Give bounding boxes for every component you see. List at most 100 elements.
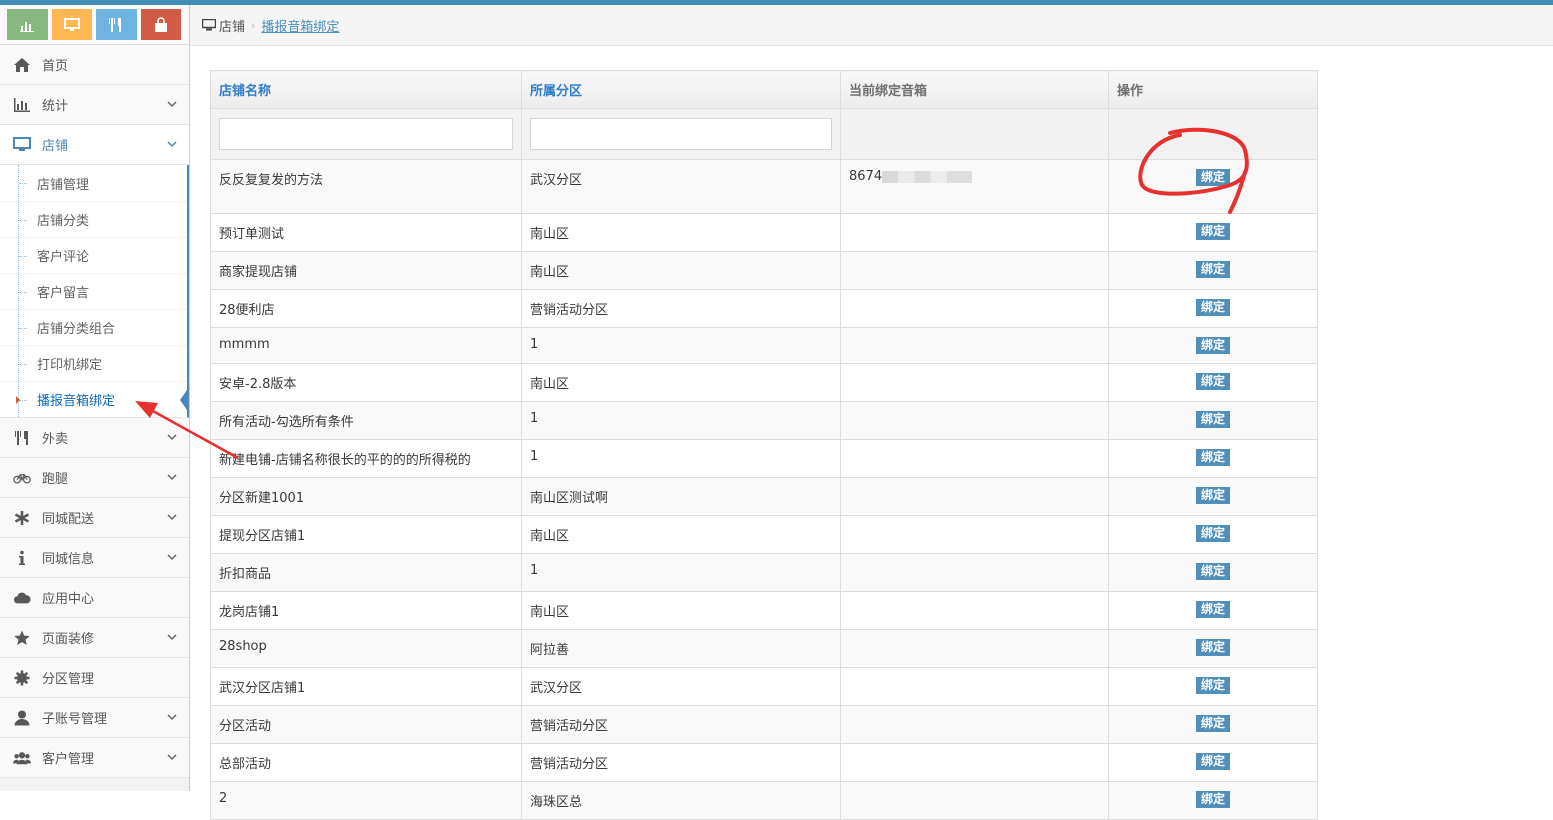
action-cell: 绑定 <box>1108 629 1318 668</box>
bind-button[interactable]: 绑定 <box>1195 791 1230 808</box>
shop-submenu: 店铺管理 店铺分类 客户评论 客户留言 店铺分类组合 打印机绑定 播报音箱绑定 <box>0 165 189 418</box>
gear-icon <box>12 669 32 687</box>
breadcrumb-current[interactable]: 播报音箱绑定 <box>261 16 339 35</box>
shortcut-stats-button[interactable] <box>7 9 48 40</box>
bind-button[interactable]: 绑定 <box>1195 563 1230 580</box>
bind-button[interactable]: 绑定 <box>1195 373 1230 390</box>
submenu-item-printer-binding[interactable]: 打印机绑定 <box>0 345 187 381</box>
shop-name-cell: mmmm <box>210 327 522 364</box>
user-icon <box>12 709 32 727</box>
speaker-cell <box>840 363 1109 402</box>
sidebar-item-sub-accounts[interactable]: 子账号管理 <box>0 698 189 738</box>
sidebar-item-customers[interactable]: 客户管理 <box>0 738 189 778</box>
speaker-cell <box>840 477 1109 516</box>
submenu-item-customer-reviews[interactable]: 客户评论 <box>0 237 187 273</box>
sidebar-item-label: 页面装修 <box>42 632 95 647</box>
submenu-item-category-combo[interactable]: 店铺分类组合 <box>0 309 187 345</box>
bind-button[interactable]: 绑定 <box>1195 487 1230 504</box>
action-cell: 绑定 <box>1108 251 1318 290</box>
speaker-cell <box>840 591 1109 630</box>
zone-cell: 1 <box>521 327 841 364</box>
chevron-down-icon <box>167 554 177 561</box>
sidebar-item-zone-manage[interactable]: 分区管理 <box>0 658 189 698</box>
submenu-item-speaker-binding[interactable]: 播报音箱绑定 <box>0 381 189 417</box>
column-header-action: 操作 <box>1108 70 1318 109</box>
submenu-item-label: 店铺管理 <box>37 177 90 193</box>
bind-button[interactable]: 绑定 <box>1195 449 1230 466</box>
table-row: 28shop 阿拉善 绑定 <box>210 629 1318 668</box>
shopping-bag-icon <box>154 16 167 32</box>
bind-button[interactable]: 绑定 <box>1195 601 1230 618</box>
shortcut-takeout-button[interactable] <box>96 9 137 40</box>
action-cell: 绑定 <box>1108 439 1318 478</box>
bind-button[interactable]: 绑定 <box>1195 715 1230 732</box>
bind-button[interactable]: 绑定 <box>1195 411 1230 428</box>
zone-cell: 海珠区总 <box>521 781 841 820</box>
submenu-item-shop-manage[interactable]: 店铺管理 <box>0 165 187 201</box>
sidebar-item-label: 分区管理 <box>42 672 95 687</box>
bind-button[interactable]: 绑定 <box>1195 169 1230 186</box>
shop-name-cell: 反反复复发的方法 <box>210 159 522 214</box>
shop-name-filter-input[interactable] <box>219 118 513 150</box>
chevron-right-icon: › <box>251 18 256 32</box>
zone-cell: 南山区 <box>521 591 841 630</box>
shop-name-cell: 龙岗店铺1 <box>210 591 522 630</box>
action-cell: 绑定 <box>1108 289 1318 328</box>
bind-button[interactable]: 绑定 <box>1195 223 1230 240</box>
cloud-icon <box>12 589 32 607</box>
table-row: 安卓-2.8版本 南山区 绑定 <box>210 363 1318 402</box>
column-header-zone[interactable]: 所属分区 <box>521 70 841 109</box>
table-row: 所有活动-勾选所有条件 1 绑定 <box>210 401 1318 440</box>
table-row: mmmm 1 绑定 <box>210 327 1318 364</box>
shortcut-orders-button[interactable] <box>140 9 181 40</box>
sidebar-item-shop[interactable]: 店铺 <box>0 125 189 165</box>
shop-name-cell: 商家提现店铺 <box>210 251 522 290</box>
sidebar-item-label: 子账号管理 <box>42 712 108 727</box>
sidebar-item-errand[interactable]: 跑腿 <box>0 458 189 498</box>
shop-name-cell: 提现分区店铺1 <box>210 515 522 554</box>
action-cell: 绑定 <box>1108 477 1318 516</box>
filter-cell <box>521 108 841 160</box>
bind-button[interactable]: 绑定 <box>1195 677 1230 694</box>
sidebar-item-city-delivery[interactable]: 同城配送 <box>0 498 189 538</box>
speaker-cell <box>840 743 1109 782</box>
bind-button[interactable]: 绑定 <box>1195 261 1230 278</box>
redacted-blur <box>882 170 973 183</box>
speaker-cell <box>840 781 1109 820</box>
chevron-down-icon <box>167 141 177 148</box>
sidebar-item-label: 首页 <box>42 59 69 74</box>
shortcut-shop-button[interactable] <box>51 9 92 40</box>
filter-cell <box>1108 108 1318 160</box>
sidebar-item-takeout[interactable]: 外卖 <box>0 418 189 458</box>
sidebar-item-stats[interactable]: 统计 <box>0 85 189 125</box>
submenu-item-customer-messages[interactable]: 客户留言 <box>0 273 187 309</box>
shop-name-cell: 28shop <box>210 629 522 668</box>
bind-button[interactable]: 绑定 <box>1195 299 1230 316</box>
sidebar-item-page-decor[interactable]: 页面装修 <box>0 618 189 658</box>
submenu-item-shop-category[interactable]: 店铺分类 <box>0 201 187 237</box>
sidebar-shortcuts <box>0 5 189 45</box>
cutlery-icon <box>109 17 122 32</box>
bind-button[interactable]: 绑定 <box>1195 639 1230 656</box>
zone-filter-input[interactable] <box>530 118 832 150</box>
action-cell: 绑定 <box>1108 667 1318 706</box>
table-row: 提现分区店铺1 南山区 绑定 <box>210 515 1318 554</box>
table-row: 反反复复发的方法 武汉分区 8674 绑定 <box>210 159 1318 214</box>
bind-button[interactable]: 绑定 <box>1195 753 1230 770</box>
speaker-cell <box>840 251 1109 290</box>
zone-cell: 1 <box>521 401 841 440</box>
zone-cell: 武汉分区 <box>521 667 841 706</box>
action-cell: 绑定 <box>1108 213 1318 252</box>
bind-button[interactable]: 绑定 <box>1195 525 1230 542</box>
users-icon <box>12 749 32 767</box>
sidebar-item-app-center[interactable]: 应用中心 <box>0 578 189 618</box>
filter-cell <box>210 108 522 160</box>
bind-button[interactable]: 绑定 <box>1195 337 1230 354</box>
sidebar-item-label: 外卖 <box>42 432 69 447</box>
shop-name-cell: 所有活动-勾选所有条件 <box>210 401 522 440</box>
column-header-shop-name[interactable]: 店铺名称 <box>210 70 522 109</box>
breadcrumb-home[interactable]: 店铺 <box>219 16 245 35</box>
sidebar-item-home[interactable]: 首页 <box>0 45 189 85</box>
filter-cell <box>840 108 1109 160</box>
sidebar-item-city-info[interactable]: 同城信息 <box>0 538 189 578</box>
